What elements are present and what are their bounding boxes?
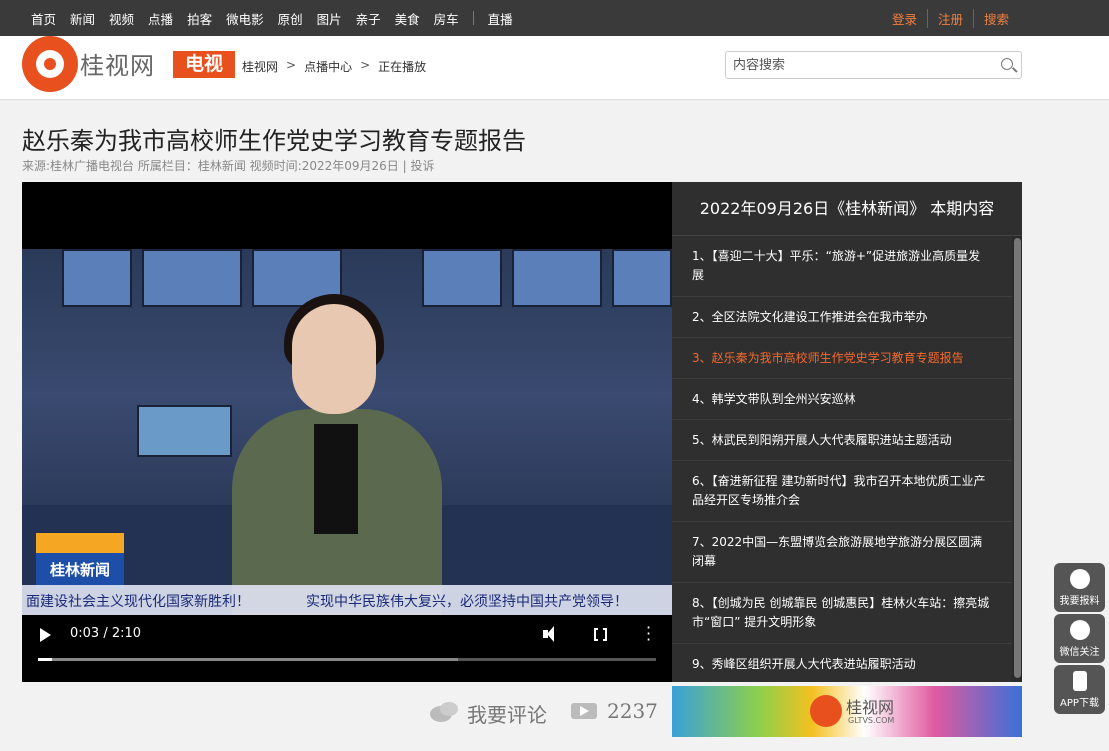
app-download-button[interactable]: APP下载 [1054, 665, 1105, 714]
nav-food[interactable]: 美食 [388, 9, 427, 28]
playlist-item[interactable]: 9、秀峰区组织开展人大代表进站履职活动 [672, 644, 1012, 682]
top-nav-links: 首页 新闻 视频 点播 拍客 微电影 原创 图片 亲子 美食 房车 直播 [24, 0, 520, 36]
ad-banner[interactable]: 桂视网 GLTVS.COM [672, 686, 1022, 737]
nav-house-car[interactable]: 房车 [427, 9, 466, 28]
nav-original[interactable]: 原创 [271, 9, 310, 28]
breadcrumb-home[interactable]: 桂视网 [242, 58, 278, 75]
progress-buffered [38, 658, 459, 661]
episode-playlist: 2022年09月26日《桂林新闻》 本期内容 1、【喜迎二十大】平乐：“旅游+”… [672, 182, 1022, 682]
site-logo-text[interactable]: 桂视网 [80, 46, 155, 81]
nav-photos[interactable]: 图片 [310, 9, 349, 28]
phone-icon [1072, 671, 1087, 691]
progress-played [38, 658, 53, 661]
nav-microfilm[interactable]: 微电影 [219, 9, 271, 28]
nav-parenting[interactable]: 亲子 [349, 9, 388, 28]
view-count: 2237 [571, 699, 658, 723]
playlist-scrollbar[interactable] [1012, 236, 1022, 682]
more-options-icon[interactable]: · · · [646, 620, 651, 648]
studio-screen [62, 249, 132, 307]
ticker-text-right: 实现中华民族伟大复兴，必须坚持中国共产党领导！ [306, 594, 628, 610]
breadcrumb: 桂视网 > 点播中心 > 正在播放 [242, 58, 426, 75]
breadcrumb-separator: > [360, 58, 371, 72]
video-player[interactable]: 桂林新闻 面建设社会主义现代化国家新胜利！ 实现中华民族伟大复兴，必须坚持中国共… [22, 182, 672, 682]
wechat-follow-label: 微信关注 [1059, 647, 1100, 658]
wechat-follow-button[interactable]: 微信关注 [1054, 614, 1105, 663]
register-link[interactable]: 注册 [926, 8, 973, 28]
station-logo-text: 桂林新闻 [36, 553, 124, 589]
player-controls: 0:03 / 2:10 · · · [22, 620, 672, 682]
studio-screen [612, 249, 672, 307]
banner-logo-text: 桂视网 [846, 698, 895, 717]
studio-screen [422, 249, 502, 307]
station-logo: 桂林新闻 [36, 533, 124, 589]
playlist-item[interactable]: 7、2022中国—东盟博览会旅游展地学旅游分展区圆满闭幕 [672, 522, 1012, 583]
banner-logo-icon [810, 695, 842, 727]
wechat-icon [1069, 620, 1090, 640]
ticker-text-left: 面建设社会主义现代化国家新胜利！ [26, 594, 250, 610]
breadcrumb-current: 正在播放 [378, 60, 427, 74]
channel-badge[interactable]: 电视 [173, 51, 235, 78]
nav-live[interactable]: 直播 [481, 9, 520, 28]
progress-bar[interactable] [38, 658, 656, 661]
studio-screen [142, 249, 242, 307]
search-link[interactable]: 搜索 [972, 8, 1019, 28]
playback-time: 0:03 / 2:10 [70, 626, 142, 641]
nav-paike[interactable]: 拍客 [180, 9, 219, 28]
volume-icon[interactable] [543, 626, 561, 642]
playlist-item-active[interactable]: 3、赵乐秦为我市高校师生作党史学习教育专题报告 [672, 338, 1012, 379]
playlist-item[interactable]: 4、韩学文带队到全州兴安巡林 [672, 379, 1012, 420]
comment-label: 我要评论 [467, 703, 547, 727]
breadcrumb-separator: > [286, 58, 297, 72]
article-meta: 来源:桂林广播电视台 所属栏目：桂林新闻 视频时间:2022年09月26日 | … [22, 159, 435, 173]
top-nav-account: 登录 注册 搜索 [882, 0, 1019, 36]
studio-screen [512, 249, 602, 307]
comment-button[interactable]: 我要评论 [430, 699, 547, 728]
nav-home[interactable]: 首页 [24, 9, 63, 28]
report-tip-label: 我要报料 [1059, 596, 1100, 607]
play-icon[interactable] [40, 628, 51, 642]
report-tip-button[interactable]: 我要报料 [1054, 563, 1105, 612]
news-ticker: 面建设社会主义现代化国家新胜利！ 实现中华民族伟大复兴，必须坚持中国共产党领导！ [22, 585, 672, 615]
site-logo-icon[interactable] [22, 36, 78, 92]
view-count-number: 2237 [607, 699, 658, 723]
site-header: 桂视网 电视 桂视网 > 点播中心 > 正在播放 [0, 36, 1109, 100]
playlist-title: 2022年09月26日《桂林新闻》 本期内容 [672, 182, 1022, 236]
nav-news[interactable]: 新闻 [63, 9, 102, 28]
comment-icon [430, 701, 458, 726]
app-download-label: APP下载 [1060, 698, 1099, 709]
playlist-item[interactable]: 5、林武民到阳朔开展人大代表履职进站主题活动 [672, 420, 1012, 461]
qq-icon [1069, 569, 1090, 589]
video-camera-icon [571, 703, 597, 719]
search-box [725, 51, 1022, 79]
fullscreen-icon[interactable] [594, 627, 607, 642]
playlist-item[interactable]: 2、全区法院文化建设工作推进会在我市举办 [672, 297, 1012, 338]
banner-logo-url: GLTVS.COM [848, 716, 895, 725]
video-frame[interactable]: 桂林新闻 面建设社会主义现代化国家新胜利！ 实现中华民族伟大复兴，必须坚持中国共… [22, 249, 672, 615]
nav-video[interactable]: 视频 [102, 9, 141, 28]
nav-vod[interactable]: 点播 [141, 9, 180, 28]
playlist-item[interactable]: 1、【喜迎二十大】平乐：“旅游+”促进旅游业高质量发展 [672, 236, 1012, 297]
nav-divider [472, 11, 474, 25]
search-icon[interactable] [1001, 58, 1013, 70]
breadcrumb-vod[interactable]: 点播中心 [304, 58, 352, 75]
top-nav: 首页 新闻 视频 点播 拍客 微电影 原创 图片 亲子 美食 房车 直播 登录 … [0, 0, 1109, 36]
login-link[interactable]: 登录 [882, 9, 927, 28]
page-title: 赵乐秦为我市高校师生作党史学习教育专题报告 [22, 127, 526, 155]
search-input[interactable] [726, 52, 986, 78]
anchor-face [292, 304, 376, 414]
playlist-item[interactable]: 8、【创城为民 创城靠民 创城惠民】桂林火车站：擦亮城市“窗口” 提升文明形象 [672, 583, 1012, 644]
studio-screen [137, 405, 232, 457]
playlist-item[interactable]: 6、【奋进新征程 建功新时代】我市召开本地优质工业产品经开区专场推介会 [672, 461, 1012, 522]
scrollbar-thumb[interactable] [1014, 238, 1021, 678]
anchor-shirt [314, 424, 358, 534]
